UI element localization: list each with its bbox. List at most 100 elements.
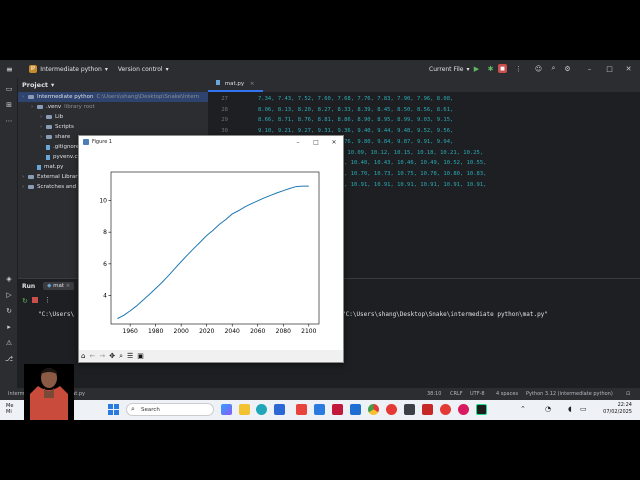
- more-tools-icon[interactable]: ⋯: [4, 116, 14, 126]
- minimize-icon[interactable]: –: [293, 137, 303, 147]
- figure-window[interactable]: Figure 1 – □ ✕ 1960 1980 2000 2020 2040 2060 2…: [78, 135, 344, 363]
- run-tool-icon[interactable]: ↻: [4, 306, 14, 316]
- pan-icon[interactable]: ✥: [109, 352, 115, 360]
- clock-date: 07/02/2025: [603, 409, 632, 415]
- volume-icon[interactable]: ◖: [568, 405, 572, 413]
- python-console-icon[interactable]: ▷: [4, 290, 14, 300]
- app-icon-13[interactable]: [440, 404, 451, 415]
- lock-icon[interactable]: ⊡: [626, 391, 630, 397]
- code-line[interactable]: 27 7.34, 7.43, 7.52, 7.60, 7.68, 7.76, 7.…: [208, 96, 453, 106]
- app-icon-14[interactable]: [458, 404, 469, 415]
- problems-icon[interactable]: ⚠: [4, 338, 14, 348]
- code-text: 8.06, 8.13, 8.20, 8.27, 8.33, 8.39, 8.45…: [258, 106, 454, 113]
- project-selector[interactable]: IP Intermediate python ▾: [28, 65, 108, 73]
- vcs-selector[interactable]: Version control ▾: [118, 66, 169, 73]
- line-number: 29: [221, 117, 228, 124]
- browser-edge-icon[interactable]: [256, 404, 267, 415]
- structure-icon[interactable]: ⊞: [4, 100, 14, 110]
- maximize-icon[interactable]: □: [311, 137, 321, 147]
- store-icon[interactable]: [274, 404, 285, 415]
- file-explorer-icon[interactable]: [239, 404, 250, 415]
- run-icon[interactable]: ▶: [472, 64, 481, 73]
- line-separator[interactable]: CRLF: [450, 391, 463, 397]
- stop-icon[interactable]: ■: [498, 64, 507, 73]
- tree-item[interactable]: › Lib: [18, 112, 208, 122]
- home-icon[interactable]: ⌂: [81, 352, 85, 360]
- project-panel-header[interactable]: Project ▾: [18, 78, 208, 92]
- search-icon[interactable]: ⌕: [549, 64, 558, 73]
- more-icon[interactable]: ⋮: [514, 64, 523, 73]
- console-command-left: "C:\Users\: [38, 311, 75, 318]
- tree-item-label: share: [55, 134, 71, 140]
- app-icon-6[interactable]: [314, 404, 325, 415]
- close-icon[interactable]: ✕: [329, 137, 339, 147]
- chrome-icon[interactable]: [368, 404, 379, 415]
- close-icon[interactable]: ×: [250, 81, 255, 87]
- taskbar-search[interactable]: ⌕ Search: [126, 403, 214, 416]
- taskbar-app-left[interactable]: Me Mi: [6, 403, 13, 415]
- indent-setting[interactable]: 4 spaces: [496, 391, 518, 397]
- x-tick-label: 2060: [250, 328, 265, 335]
- zoom-icon[interactable]: ⌕: [119, 352, 123, 361]
- app-icon-12[interactable]: [422, 404, 433, 415]
- code-line[interactable]: 28 8.06, 8.13, 8.20, 8.27, 8.33, 8.39, 8.…: [208, 107, 453, 117]
- taskbar-clock[interactable]: 22:24 07/02/2025: [603, 402, 632, 416]
- stop-run-icon[interactable]: [32, 297, 38, 303]
- run-tab-mat[interactable]: ◆ mat ×: [43, 282, 75, 290]
- folder-icon[interactable]: ▭: [4, 84, 14, 94]
- file-encoding[interactable]: UTF-8: [470, 391, 485, 397]
- configure-icon[interactable]: ☰: [127, 352, 133, 360]
- file-icon: [37, 164, 41, 170]
- status-bar: Intermediate python › mat.py 38:10 CRLF …: [0, 388, 640, 400]
- wifi-icon[interactable]: ◔: [545, 405, 551, 413]
- battery-icon[interactable]: ▭: [580, 405, 587, 413]
- python-interpreter[interactable]: Python 3.12 (intermediate python): [526, 391, 613, 397]
- figure-titlebar[interactable]: Figure 1: [79, 136, 343, 148]
- services-icon[interactable]: ⎇: [4, 354, 14, 364]
- search-label: Search: [141, 406, 160, 413]
- forward-icon[interactable]: →: [99, 352, 105, 360]
- webcam-presenter: [24, 364, 74, 420]
- main-menu-icon[interactable]: ≡: [6, 65, 13, 74]
- app-icon-8[interactable]: [350, 404, 361, 415]
- cursor-position[interactable]: 38:10: [427, 391, 441, 397]
- tree-item[interactable]: › Scripts: [18, 122, 208, 132]
- account-icon[interactable]: ☺: [534, 64, 543, 73]
- app-icon-11[interactable]: [404, 404, 415, 415]
- terminal-icon[interactable]: ▸: [4, 322, 14, 332]
- run-tab-label: mat: [53, 283, 65, 289]
- debug-icon[interactable]: ✱: [486, 64, 495, 73]
- tree-item-label: Scripts: [55, 124, 74, 130]
- minimize-icon[interactable]: –: [585, 64, 594, 73]
- python-packages-icon[interactable]: ◈: [4, 274, 14, 284]
- app-icon-7[interactable]: [332, 404, 343, 415]
- tab-mat-py[interactable]: mat.py ×: [208, 80, 263, 92]
- tree-item-label: Intermediate python: [37, 94, 94, 100]
- close-icon[interactable]: ×: [66, 283, 71, 289]
- copilot-icon[interactable]: [221, 404, 232, 415]
- windows-start-icon[interactable]: [108, 404, 119, 415]
- run-config-selector[interactable]: Current File ▾: [429, 66, 470, 73]
- pycharm-icon[interactable]: [476, 404, 487, 415]
- tray-chevron-icon[interactable]: ⌃: [520, 405, 526, 413]
- close-icon[interactable]: ✕: [624, 64, 633, 73]
- save-icon[interactable]: ▣: [137, 352, 144, 360]
- figure-canvas[interactable]: 1960 1980 2000 2020 2040 2060 2080 2100 4 6 8 10: [79, 148, 343, 351]
- more-icon[interactable]: ⋮: [44, 296, 51, 304]
- tree-item[interactable]: › .venv library root: [18, 102, 208, 112]
- tree-item-label: mat.py: [44, 164, 64, 170]
- tab-label: mat.py: [224, 81, 245, 87]
- settings-icon[interactable]: ⚙: [563, 64, 572, 73]
- tree-item[interactable]: › Intermediate python C:\Users\shang\Deskt…: [18, 92, 208, 102]
- code-line[interactable]: 29 8.66, 8.71, 8.76, 8.81, 8.86, 8.90, 8.…: [208, 117, 453, 127]
- ide-title-bar: ≡ IP Intermediate python ▾ Version contr…: [0, 60, 640, 78]
- tree-item-hint: C:\Users\shang\Desktop\Snake\Intern: [96, 94, 200, 100]
- rerun-icon[interactable]: ↻: [22, 297, 28, 305]
- chevron-down-icon: ▾: [51, 81, 55, 89]
- app-icon-10[interactable]: [386, 404, 397, 415]
- vcs-label: Version control: [117, 65, 163, 73]
- back-icon[interactable]: ←: [89, 352, 95, 360]
- app-icon-5[interactable]: [296, 404, 307, 415]
- chevron-down-icon: ▾: [165, 65, 169, 73]
- maximize-icon[interactable]: □: [605, 64, 614, 73]
